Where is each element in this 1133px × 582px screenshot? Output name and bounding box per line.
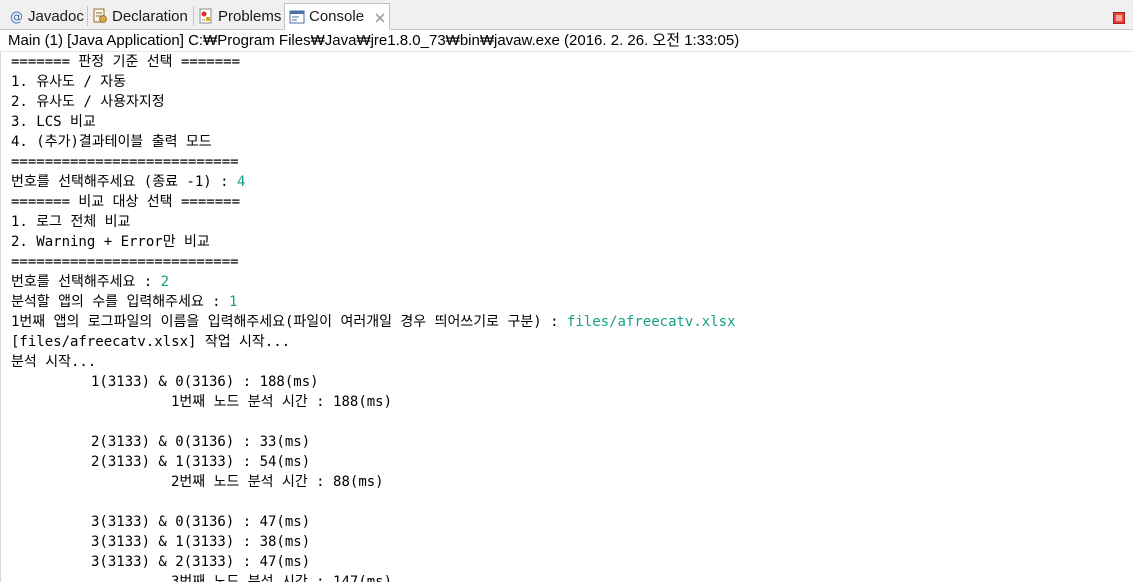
user-input: 1 — [229, 294, 238, 310]
console-icon — [289, 9, 305, 25]
console-line: 1. 유사도 / 자동 — [11, 74, 126, 90]
tab-label: Declaration — [112, 7, 188, 25]
console-line: 1번째 노드 분석 시간 : 188(ms) — [171, 394, 393, 410]
console-line: 2번째 노드 분석 시간 : 88(ms) — [171, 474, 384, 490]
console-line: =========================== — [11, 254, 239, 270]
console-line: 번호를 선택해주세요 (종료 -1) : 4 — [11, 174, 246, 190]
tab-label: Problems — [218, 7, 282, 25]
console-line: ======= 비교 대상 선택 ======= — [11, 194, 240, 210]
console-line: 번호를 선택해주세요 : 2 — [11, 274, 170, 290]
console-line: =========================== — [11, 154, 239, 170]
console-line: 분석할 앱의 수를 입력해주세요 : 1 — [11, 294, 238, 310]
console-line: 3(3133) & 2(3133) : 47(ms) — [91, 554, 311, 570]
view-tab-bar: @ Javadoc Declaration Problems Console — [0, 0, 1133, 30]
problems-icon — [198, 8, 214, 24]
console-line: 3번째 노드 분석 시간 : 147(ms) — [171, 574, 393, 582]
tab-label: Console — [309, 8, 365, 25]
console-line: 2(3133) & 1(3133) : 54(ms) — [91, 454, 311, 470]
console-line: 2. Warning + Error만 비교 — [11, 234, 210, 250]
tab-console[interactable]: Console — [284, 3, 390, 30]
at-sign-icon: @ — [8, 8, 24, 25]
console-line: 2(3133) & 0(3136) : 33(ms) — [91, 434, 311, 450]
user-input: 2 — [160, 274, 170, 290]
console-line: 3(3133) & 0(3136) : 47(ms) — [91, 514, 311, 530]
tab-javadoc[interactable]: @ Javadoc — [4, 3, 86, 29]
console-line: 1. 로그 전체 비교 — [11, 214, 131, 230]
declaration-icon — [92, 8, 108, 24]
tab-declaration[interactable]: Declaration — [88, 3, 192, 29]
console-line: 4. (추가)결과테이블 출력 모드 — [11, 134, 212, 150]
user-input: 4 — [236, 174, 246, 190]
console-line: 3. LCS 비교 — [11, 114, 96, 130]
tab-label: Javadoc — [28, 7, 84, 25]
console-line: 2. 유사도 / 사용자지정 — [11, 94, 165, 110]
svg-text:@: @ — [10, 10, 23, 24]
maximize-icon[interactable] — [1113, 9, 1125, 24]
close-icon[interactable] — [374, 11, 386, 23]
process-title: Main (1) [Java Application] C:₩Program F… — [0, 30, 1133, 52]
user-input: files/afreecatv.xlsx — [566, 314, 736, 330]
console-output[interactable]: ======= 판정 기준 선택 ======= 1. 유사도 / 자동 2. … — [0, 52, 1133, 582]
console-line: 3(3133) & 1(3133) : 38(ms) — [91, 534, 311, 550]
tab-problems[interactable]: Problems — [194, 3, 283, 29]
console-line: [files/afreecatv.xlsx] 작업 시작... — [11, 334, 291, 350]
console-line: 분석 시작... — [11, 354, 97, 370]
console-line: 1번째 앱의 로그파일의 이름을 입력해주세요(파일이 여러개일 경우 띄어쓰기… — [11, 314, 736, 330]
console-line: ======= 판정 기준 선택 ======= — [11, 54, 240, 70]
console-line: 1(3133) & 0(3136) : 188(ms) — [91, 374, 319, 390]
console-view: @ Javadoc Declaration Problems Console M… — [0, 0, 1133, 582]
